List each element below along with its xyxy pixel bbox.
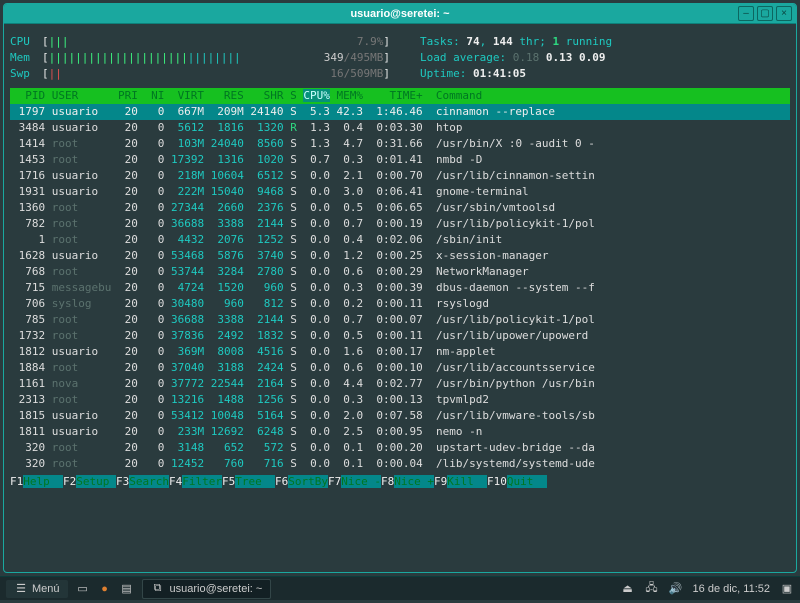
process-row[interactable]: 1716 usuario 20 0 218M 10604 6512 S 0.0 … — [10, 168, 790, 184]
files-icon[interactable]: ▤ — [120, 582, 134, 596]
process-row[interactable]: 1812 usuario 20 0 369M 8008 4516 S 0.0 1… — [10, 344, 790, 360]
menu-icon: ☰ — [14, 582, 28, 596]
cpu-label: CPU — [10, 34, 42, 50]
process-row[interactable]: 1453 root 20 0 17392 1316 1020 S 0.7 0.3… — [10, 152, 790, 168]
mem-value: 349/495MB — [324, 50, 384, 66]
show-desktop-icon[interactable]: ▭ — [76, 582, 90, 596]
clock[interactable]: 16 de dic, 11:52 — [693, 583, 770, 595]
process-row[interactable]: 320 root 20 0 12452 760 716 S 0.0 0.1 0:… — [10, 456, 790, 472]
process-row[interactable]: 1360 root 20 0 27344 2660 2376 S 0.0 0.5… — [10, 200, 790, 216]
process-row[interactable]: 2313 root 20 0 13216 1488 1256 S 0.0 0.3… — [10, 392, 790, 408]
meter-block: CPU [|||7.9%] Tasks: 74, 144 thr; 1 runn… — [10, 34, 790, 82]
process-row[interactable]: 706 syslog 20 0 30480 960 812 S 0.0 0.2 … — [10, 296, 790, 312]
firefox-icon[interactable]: ● — [98, 582, 112, 596]
task-label: usuario@seretei: ~ — [170, 583, 263, 595]
window-title: usuario@seretei: ~ — [350, 8, 449, 20]
start-menu-button[interactable]: ☰ Menú — [6, 580, 68, 598]
terminal-body[interactable]: CPU [|||7.9%] Tasks: 74, 144 thr; 1 runn… — [4, 24, 796, 494]
minimize-button[interactable]: – — [738, 6, 754, 21]
process-row[interactable]: 1797 usuario 20 0 667M 209M 24140 S 5.3 … — [10, 104, 790, 120]
desktop-taskbar[interactable]: ☰ Menú ▭ ● ▤ ⧉ usuario@seretei: ~ ⏏ 🖧 🔊 … — [0, 576, 800, 600]
process-row[interactable]: 1628 usuario 20 0 53468 5876 3740 S 0.0 … — [10, 248, 790, 264]
function-key-bar[interactable]: F1Help F2Setup F3SearchF4FilterF5Tree F6… — [10, 472, 790, 490]
column-headers[interactable]: PID USER PRI NI VIRT RES SHR S CPU% MEM%… — [10, 88, 790, 104]
tray-user-icon[interactable]: ▣ — [780, 582, 794, 596]
process-row[interactable]: 1884 root 20 0 37040 3188 2424 S 0.0 0.6… — [10, 360, 790, 376]
process-row[interactable]: 785 root 20 0 36688 3388 2144 S 0.0 0.7 … — [10, 312, 790, 328]
process-row[interactable]: 1732 root 20 0 37836 2492 1832 S 0.0 0.5… — [10, 328, 790, 344]
swp-value: 16/509MB — [330, 66, 383, 82]
taskbar-task-terminal[interactable]: ⧉ usuario@seretei: ~ — [142, 579, 272, 599]
process-list[interactable]: 1797 usuario 20 0 667M 209M 24140 S 5.3 … — [10, 104, 790, 472]
process-row[interactable]: 1161 nova 20 0 37772 22544 2164 S 0.0 4.… — [10, 376, 790, 392]
process-row[interactable]: 320 root 20 0 3148 652 572 S 0.0 0.1 0:0… — [10, 440, 790, 456]
menu-label: Menú — [32, 583, 60, 595]
tray-removable-icon[interactable]: ⏏ — [621, 582, 635, 596]
window-buttons: – ▢ × — [738, 6, 792, 21]
uptime-line: Uptime: 01:41:05 — [420, 66, 526, 82]
mem-label: Mem — [10, 50, 42, 66]
process-row[interactable]: 1414 root 20 0 103M 24040 8560 S 1.3 4.7… — [10, 136, 790, 152]
process-row[interactable]: 1 root 20 0 4432 2076 1252 S 0.0 0.4 0:0… — [10, 232, 790, 248]
cpu-pct: 7.9% — [357, 34, 384, 50]
titlebar[interactable]: usuario@seretei: ~ – ▢ × — [4, 4, 796, 24]
process-row[interactable]: 3484 usuario 20 0 5612 1816 1320 R 1.3 0… — [10, 120, 790, 136]
process-row[interactable]: 1931 usuario 20 0 222M 15040 9468 S 0.0 … — [10, 184, 790, 200]
swp-label: Swp — [10, 66, 42, 82]
process-row[interactable]: 782 root 20 0 36688 3388 2144 S 0.0 0.7 … — [10, 216, 790, 232]
load-line: Load average: 0.18 0.13 0.09 — [420, 50, 605, 66]
process-row[interactable]: 715 messagebu 20 0 4724 1520 960 S 0.0 0… — [10, 280, 790, 296]
terminal-icon: ⧉ — [151, 582, 165, 596]
tray-network-icon[interactable]: 🖧 — [645, 582, 659, 596]
tray-volume-icon[interactable]: 🔊 — [669, 582, 683, 596]
terminal-window: usuario@seretei: ~ – ▢ × CPU [|||7.9%] T… — [3, 3, 797, 573]
tasks-line: Tasks: 74, 144 thr; 1 running — [420, 34, 612, 50]
close-button[interactable]: × — [776, 6, 792, 21]
process-row[interactable]: 768 root 20 0 53744 3284 2780 S 0.0 0.6 … — [10, 264, 790, 280]
process-row[interactable]: 1815 usuario 20 0 53412 10048 5164 S 0.0… — [10, 408, 790, 424]
process-row[interactable]: 1811 usuario 20 0 233M 12692 6248 S 0.0 … — [10, 424, 790, 440]
maximize-button[interactable]: ▢ — [757, 6, 773, 21]
